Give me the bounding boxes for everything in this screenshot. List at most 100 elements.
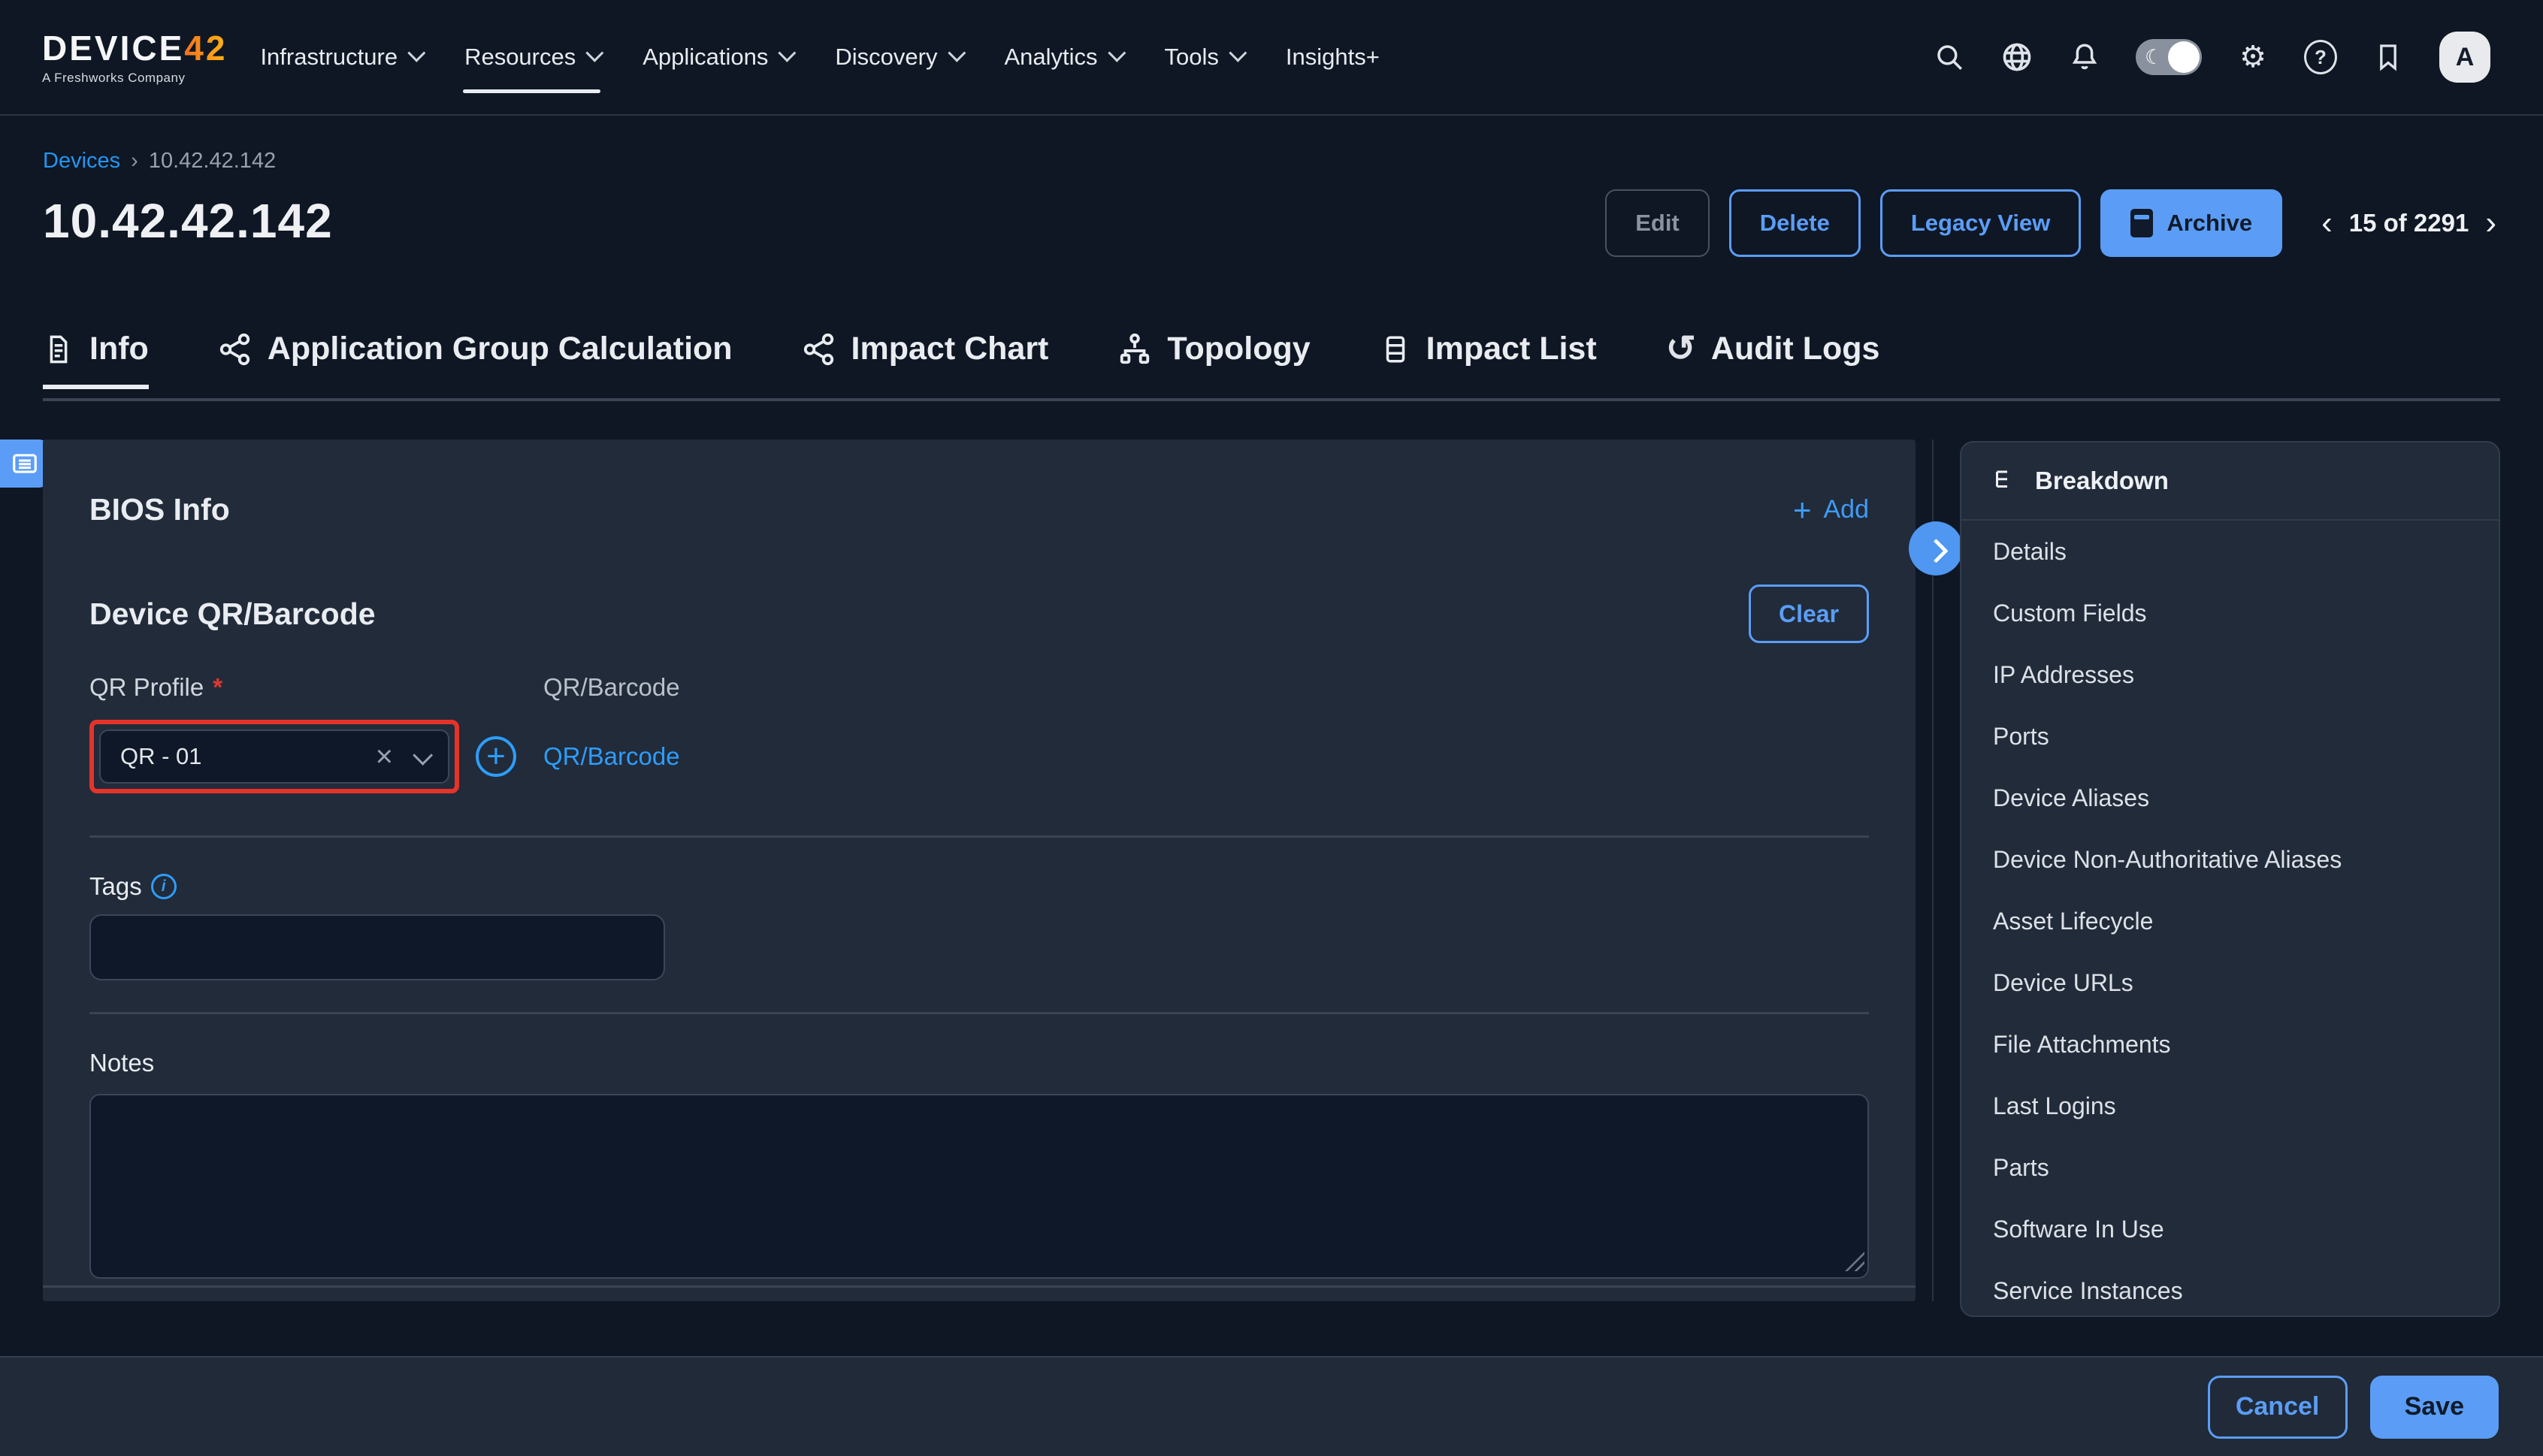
qr-barcode-label: QR/Barcode bbox=[543, 673, 1869, 702]
globe-icon[interactable] bbox=[2000, 41, 2033, 74]
edit-button[interactable]: Edit bbox=[1605, 189, 1710, 257]
plus-icon: + bbox=[1793, 494, 1812, 526]
nav-item-tools[interactable]: Tools bbox=[1165, 44, 1242, 71]
bios-info-heading: BIOS Info bbox=[89, 492, 230, 527]
logo-tagline: A Freshworks Company bbox=[42, 71, 227, 84]
device-info-form-panel: BIOS Info + Add Device QR/Barcode Clear … bbox=[43, 440, 1916, 1301]
collapse-sidebar-button[interactable] bbox=[1909, 521, 1963, 575]
cancel-button[interactable]: Cancel bbox=[2208, 1376, 2348, 1439]
tab-impact-list[interactable]: Impact List bbox=[1380, 331, 1597, 387]
tab-impact-chart[interactable]: Impact Chart bbox=[802, 331, 1049, 387]
nav-item-insights[interactable]: Insights+ bbox=[1286, 44, 1380, 71]
list-panel-icon bbox=[11, 449, 39, 478]
breadcrumb: Devices › 10.42.42.142 bbox=[43, 149, 2500, 174]
qr-profile-value: QR - 01 bbox=[120, 743, 376, 770]
device42-logo[interactable]: DEVICE42 A Freshworks Company bbox=[42, 31, 227, 84]
help-icon[interactable]: ? bbox=[2304, 41, 2337, 74]
tags-input[interactable] bbox=[89, 914, 665, 980]
archive-box-icon bbox=[2130, 209, 2153, 237]
next-record-icon[interactable]: › bbox=[2485, 207, 2496, 240]
file-icon bbox=[43, 332, 74, 367]
sidebar-item-ports[interactable]: Ports bbox=[1961, 705, 2499, 767]
user-avatar[interactable]: A bbox=[2439, 32, 2490, 83]
device-tabs: Info Application Group Calculation Impac… bbox=[43, 331, 1879, 387]
sidebar-item-details[interactable]: Details bbox=[1961, 521, 2499, 582]
sidebar-item-last-logins[interactable]: Last Logins bbox=[1961, 1075, 2499, 1137]
sidebar-item-parts[interactable]: Parts bbox=[1961, 1137, 2499, 1198]
delete-button[interactable]: Delete bbox=[1729, 189, 1861, 257]
share-nodes-icon bbox=[218, 332, 252, 367]
qr-profile-label: QR Profile * bbox=[89, 673, 543, 702]
sidebar-item-custom-fields[interactable]: Custom Fields bbox=[1961, 582, 2499, 644]
notes-field bbox=[89, 1094, 1869, 1279]
annotation-highlight-box: QR - 01 × bbox=[89, 720, 459, 793]
sidebar-item-device-urls[interactable]: Device URLs bbox=[1961, 952, 2499, 1013]
save-button[interactable]: Save bbox=[2370, 1376, 2499, 1439]
notifications-bell-icon[interactable] bbox=[2068, 41, 2101, 74]
nav-item-resources[interactable]: Resources bbox=[464, 44, 599, 71]
list-tree-icon bbox=[1991, 467, 2018, 494]
clear-button[interactable]: Clear bbox=[1749, 585, 1869, 643]
theme-toggle[interactable]: ☾ bbox=[2136, 39, 2202, 75]
add-bios-button[interactable]: + Add bbox=[1793, 494, 1869, 526]
sidebar-item-device-non-authoritative-aliases[interactable]: Device Non-Authoritative Aliases bbox=[1961, 829, 2499, 890]
record-pagination: ‹ 15 of 2291 › bbox=[2321, 207, 2496, 240]
tab-application-group-calculation[interactable]: Application Group Calculation bbox=[218, 331, 733, 387]
qr-profile-select[interactable]: QR - 01 × bbox=[99, 730, 449, 784]
main-menu: Infrastructure Resources Applications Di… bbox=[260, 44, 1379, 71]
qr-profile-grid: QR Profile * QR/Barcode QR - 01 × + QR/B… bbox=[89, 673, 1869, 793]
notes-label: Notes bbox=[89, 1049, 1869, 1077]
bios-info-row: BIOS Info + Add bbox=[89, 440, 1869, 527]
tab-info[interactable]: Info bbox=[43, 331, 149, 387]
sidebar-item-asset-lifecycle[interactable]: Asset Lifecycle bbox=[1961, 890, 2499, 952]
chevron-down-icon bbox=[407, 44, 425, 62]
form-footer-bar: Cancel Save bbox=[0, 1356, 2543, 1456]
nav-item-infrastructure[interactable]: Infrastructure bbox=[260, 44, 421, 71]
history-icon: ↺ bbox=[1666, 331, 1696, 367]
topbar-actions: ☾ ⚙ ? A bbox=[1933, 32, 2490, 83]
clear-selection-icon[interactable]: × bbox=[376, 742, 393, 772]
legacy-view-button[interactable]: Legacy View bbox=[1880, 189, 2082, 257]
breakdown-header: Breakdown bbox=[1961, 443, 2499, 521]
toggle-knob bbox=[2168, 41, 2200, 73]
panel-bottom-divider bbox=[43, 1285, 1916, 1288]
chevron-down-icon[interactable] bbox=[413, 745, 433, 765]
info-icon[interactable]: i bbox=[151, 874, 177, 899]
settings-gear-icon[interactable]: ⚙ bbox=[2236, 41, 2269, 74]
section-divider bbox=[89, 1012, 1869, 1014]
notes-textarea[interactable] bbox=[89, 1094, 1869, 1279]
sidebar-item-software-in-use[interactable]: Software In Use bbox=[1961, 1198, 2499, 1260]
tab-topology[interactable]: Topology bbox=[1117, 331, 1310, 387]
device-qr-heading: Device QR/Barcode bbox=[89, 597, 376, 632]
archive-button[interactable]: Archive bbox=[2100, 189, 2282, 257]
rows-icon bbox=[1380, 332, 1411, 367]
moon-icon: ☾ bbox=[2145, 46, 2163, 69]
sidebar-item-ip-addresses[interactable]: IP Addresses bbox=[1961, 644, 2499, 705]
chevron-down-icon bbox=[779, 44, 797, 62]
sidebar-item-service-instances[interactable]: Service Instances bbox=[1961, 1260, 2499, 1317]
tags-label: Tags i bbox=[89, 872, 1869, 901]
top-navigation-bar: DEVICE42 A Freshworks Company Infrastruc… bbox=[0, 0, 2543, 116]
chevron-down-icon bbox=[948, 44, 966, 62]
nav-item-analytics[interactable]: Analytics bbox=[1005, 44, 1121, 71]
logo-wordmark: DEVICE42 bbox=[42, 31, 227, 65]
prev-record-icon[interactable]: ‹ bbox=[2321, 207, 2333, 240]
bookmark-icon[interactable] bbox=[2372, 41, 2405, 74]
breadcrumb-separator: › bbox=[131, 149, 138, 174]
sidebar-item-device-aliases[interactable]: Device Aliases bbox=[1961, 767, 2499, 829]
tab-audit-logs[interactable]: ↺ Audit Logs bbox=[1666, 331, 1880, 387]
nav-item-applications[interactable]: Applications bbox=[643, 44, 791, 71]
breadcrumb-devices-link[interactable]: Devices bbox=[43, 149, 120, 174]
device-action-buttons: Edit Delete Legacy View Archive ‹ 15 of … bbox=[1605, 189, 2496, 257]
breadcrumb-current: 10.42.42.142 bbox=[149, 149, 276, 174]
breakdown-sidebar: Breakdown Details Custom Fields IP Addre… bbox=[1960, 441, 2500, 1317]
breakdown-title: Breakdown bbox=[2035, 467, 2169, 495]
sitemap-icon bbox=[1117, 332, 1152, 367]
nav-item-discovery[interactable]: Discovery bbox=[835, 44, 960, 71]
add-qr-profile-button[interactable]: + bbox=[476, 736, 516, 777]
tabs-divider bbox=[43, 398, 2500, 401]
chevron-down-icon bbox=[1108, 44, 1126, 62]
sidebar-item-file-attachments[interactable]: File Attachments bbox=[1961, 1013, 2499, 1075]
search-icon[interactable] bbox=[1933, 41, 1966, 74]
qr-barcode-link[interactable]: QR/Barcode bbox=[543, 742, 1869, 771]
